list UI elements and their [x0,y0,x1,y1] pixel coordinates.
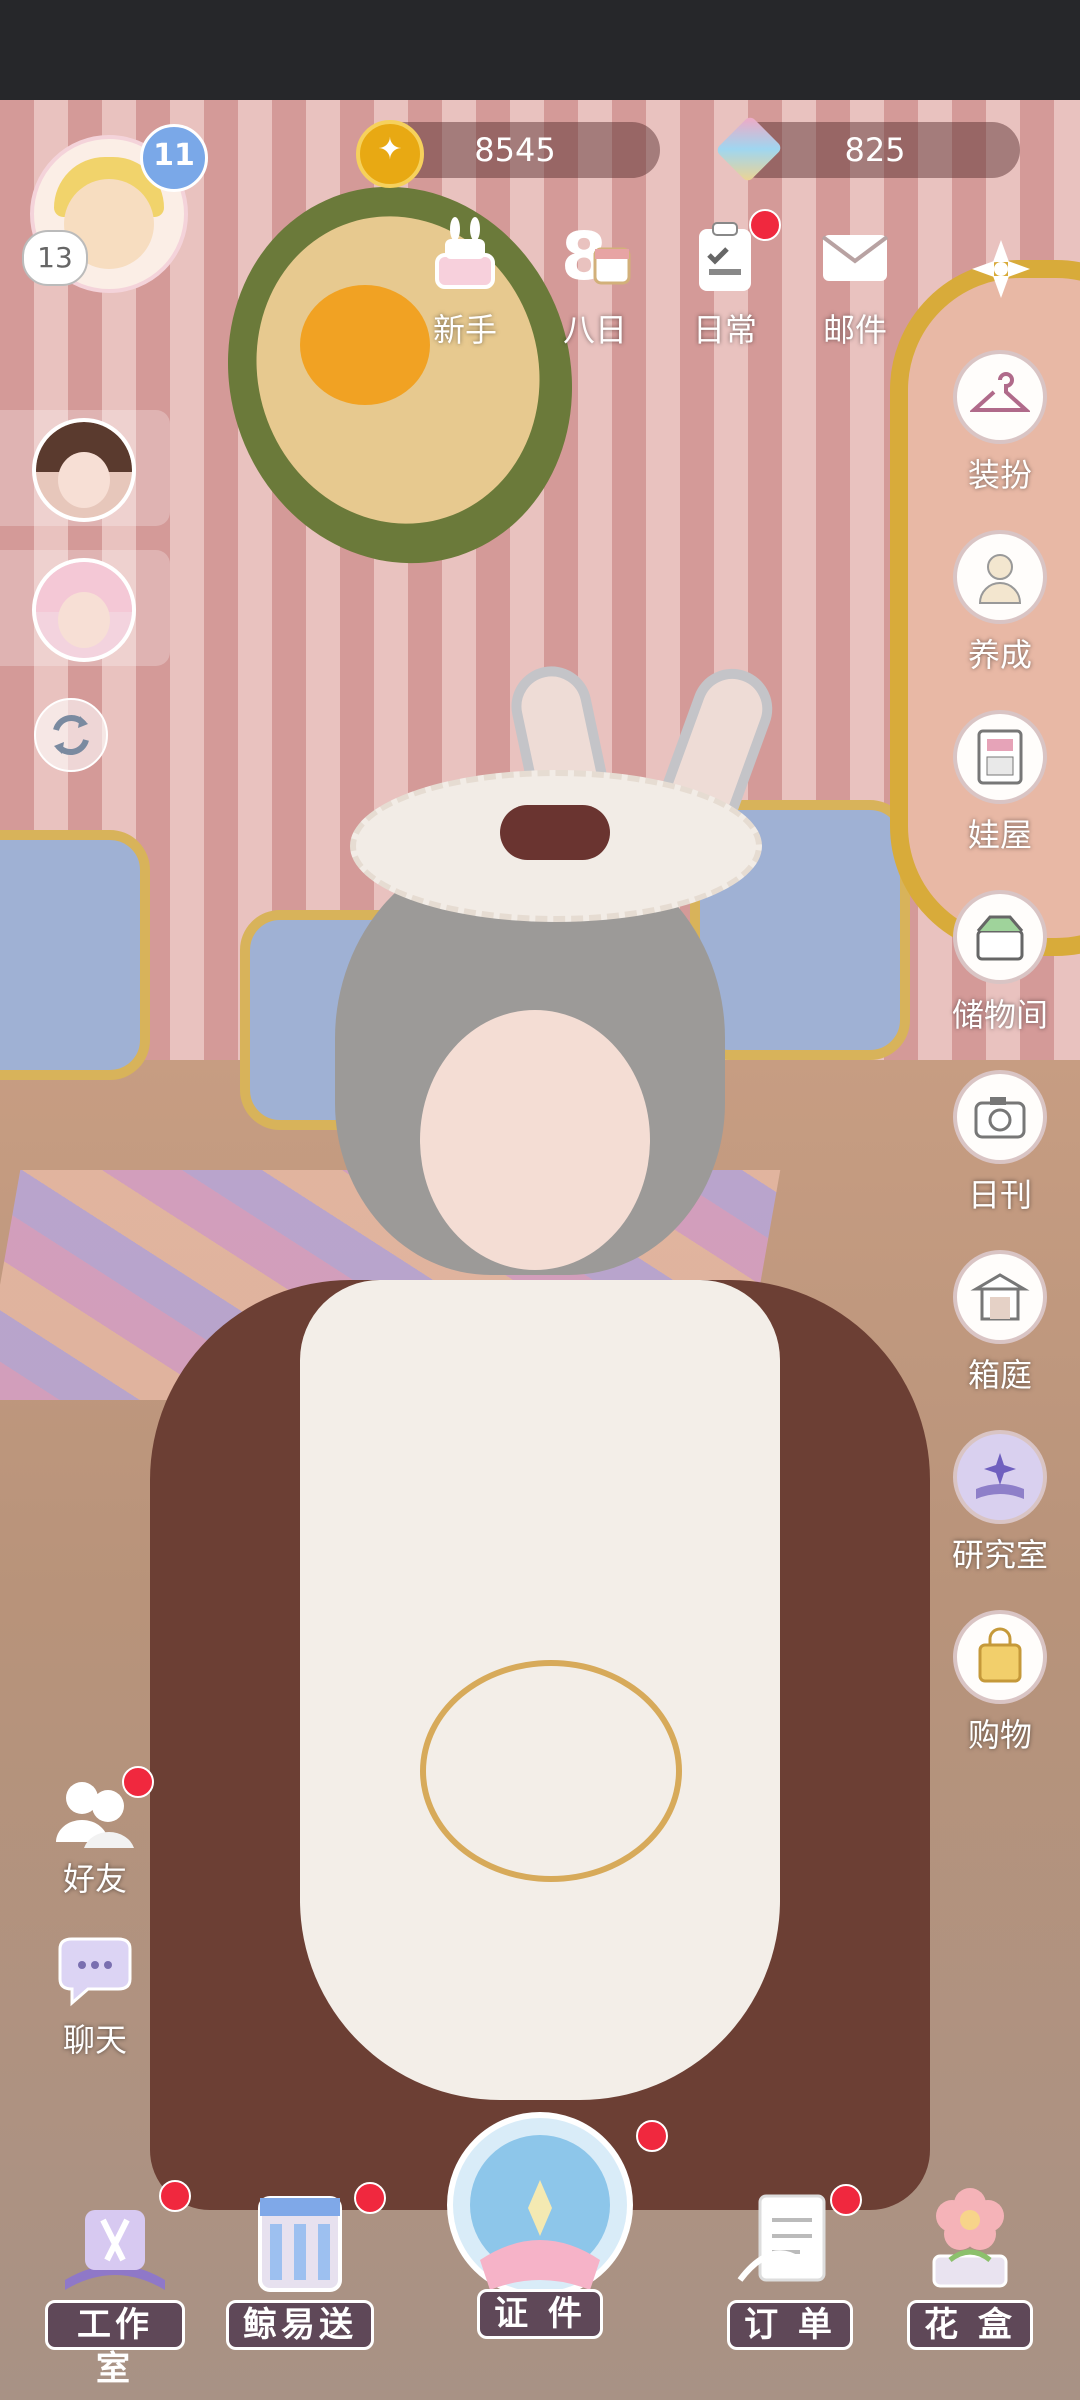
pavilion-icon [953,1250,1047,1344]
nav-label: 工作室 [45,2300,185,2389]
menu-label: 八日 [562,311,627,349]
collapse-menu-button[interactable] [968,236,1034,302]
hair-bow [500,805,610,860]
menu-shopping[interactable]: 购物 [940,1610,1060,1756]
menu-label: 购物 [967,1716,1032,1754]
nav-label: 订 单 [727,2300,853,2350]
portrait-image [32,558,136,662]
cabinet-icon [953,710,1047,804]
nav-flower-box[interactable]: 花 盒 [900,2170,1040,2350]
menu-mail[interactable]: 邮件 [800,215,910,351]
notification-dot [159,2180,191,2212]
character-portrait-1[interactable] [0,410,170,526]
menu-nurture[interactable]: 养成 [940,530,1060,676]
eight-day-icon: 8 [553,215,637,299]
notification-dot [354,2182,386,2214]
chat-button[interactable]: 聊天 [40,1935,150,2061]
menu-label: 研究室 [951,1536,1048,1574]
menu-label: 邮件 [822,311,887,349]
apron-crest [420,1660,682,1882]
menu-label: 娃屋 [967,816,1032,854]
menu-dollhouse[interactable]: 娃屋 [940,710,1060,856]
sofa-left [0,830,150,1080]
menu-daily[interactable]: 日常 [670,209,781,351]
menu-newbie[interactable]: 新手 [410,215,520,351]
refresh-icon [53,715,89,755]
nav-label: 花 盒 [907,2300,1033,2350]
character-face[interactable] [420,1010,650,1270]
clipboard-icon [683,209,781,299]
swap-character-button[interactable] [34,698,108,772]
chat-icon [50,1935,140,2011]
game-scene [0,0,1080,2400]
menu-label: 箱庭 [967,1356,1032,1394]
storage-box-icon [953,890,1047,984]
camera-icon [953,1070,1047,1164]
coin-counter[interactable]: ✦ 8545 [356,120,660,188]
menu-garden[interactable]: 箱庭 [940,1250,1060,1396]
social-label: 好友 [62,1860,127,1898]
character-icon [953,530,1047,624]
flower-menu-icon [972,240,1030,298]
level-star-badge: 11 [140,124,208,192]
friends-button[interactable]: 好友 [40,1766,154,1900]
social-label: 聊天 [62,2021,127,2059]
cake-icon [423,215,507,299]
nav-label: 证 件 [477,2289,603,2339]
nav-studio[interactable]: 工作室 [45,2180,191,2389]
nav-orders[interactable]: 订 单 [720,2180,862,2350]
menu-label: 新手 [432,311,497,349]
notification-dot [636,2120,668,2152]
shopping-bag-icon [953,1610,1047,1704]
hanger-icon [953,350,1047,444]
notification-dot [122,1766,154,1798]
gem-value: 825 [844,131,906,169]
menu-research-lab[interactable]: 研究室 [940,1430,1060,1576]
gem-counter[interactable]: 825 [715,115,1020,183]
mail-icon [813,215,897,299]
menu-label: 养成 [967,636,1032,674]
notification-dot [830,2184,862,2216]
status-bar [0,0,1080,100]
portrait-image [32,418,136,522]
delivery-icon [240,2180,386,2300]
nav-delivery[interactable]: 鲸易送 [225,2180,386,2350]
notification-dot [749,209,781,241]
player-level-badge: 13 [22,230,88,286]
menu-daily-journal[interactable]: 日刊 [940,1070,1060,1216]
menu-label: 储物间 [951,996,1048,1034]
nav-label: 鲸易送 [226,2300,374,2350]
menu-label: 日常 [692,311,757,349]
order-icon [730,2180,862,2300]
menu-label: 装扮 [967,456,1032,494]
flower-box-icon [910,2170,1030,2300]
friends-icon [50,1766,154,1850]
research-book-icon [953,1430,1047,1524]
nav-certificate[interactable]: 证 件 [420,2110,668,2339]
menu-eight-day[interactable]: 8 八日 [540,215,650,351]
menu-dressup[interactable]: 装扮 [940,350,1060,496]
menu-storage[interactable]: 储物间 [940,890,1060,1036]
character-portrait-2[interactable] [0,550,170,666]
coin-value: 8545 [474,131,556,169]
studio-icon [55,2180,191,2300]
menu-label: 日刊 [967,1176,1032,1214]
certificate-icon [440,2110,668,2310]
